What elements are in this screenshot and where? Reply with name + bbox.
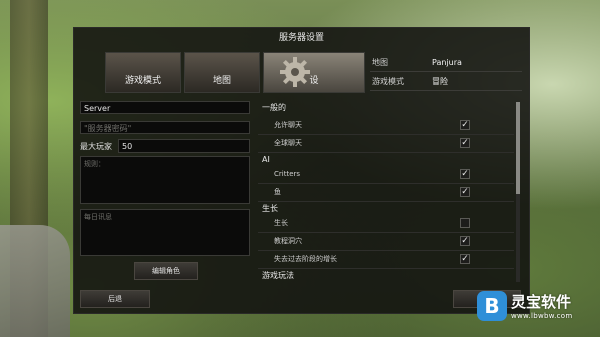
edit-roles-button[interactable]: 编辑角色 <box>134 262 198 280</box>
settings-list: 一般的 允许聊天 ✓ 全球聊天 ✓ AI Critters ✓ 鱼 ✓ 生长 生… <box>258 98 518 280</box>
setting-allow-chat: 允许聊天 ✓ <box>258 117 514 135</box>
setting-label: 失去过去阶段的增长 <box>274 255 337 263</box>
gear-icon <box>278 55 312 89</box>
info-map-value: Panjura <box>432 58 462 67</box>
tile-map-label: 地图 <box>212 76 231 86</box>
server-settings-dialog: 服务器设置 游戏模式 地图 设 地图 Panjura 游戏模式 冒险 Serve… <box>73 27 530 314</box>
setting-label: Critters <box>274 170 301 178</box>
fish-checkbox[interactable]: ✓ <box>460 187 470 197</box>
growth-checkbox[interactable] <box>460 218 470 228</box>
critters-checkbox[interactable]: ✓ <box>460 169 470 179</box>
tile-settings[interactable]: 设 <box>263 52 365 93</box>
settings-scrollbar[interactable] <box>516 102 520 282</box>
global-chat-checkbox[interactable]: ✓ <box>460 138 470 148</box>
tile-game-mode[interactable]: 游戏模式 <box>105 52 181 93</box>
info-game-mode-key: 游戏模式 <box>372 77 404 86</box>
rules-textarea[interactable]: 规则： <box>80 156 250 204</box>
tile-settings-label: 设 <box>309 76 319 86</box>
max-players-label: 最大玩家 <box>80 142 112 151</box>
info-map-key: 地图 <box>372 58 388 67</box>
setting-label: 允许聊天 <box>274 121 302 129</box>
setting-label: 教程洞穴 <box>274 237 302 245</box>
watermark-url: www.lbwbw.com <box>511 312 573 320</box>
setting-growth: 生长 <box>258 215 514 233</box>
setting-label: 生长 <box>274 219 288 227</box>
category-general: 一般的 <box>262 103 286 112</box>
server-name-input[interactable]: Server <box>80 101 250 114</box>
dialog-title: 服务器设置 <box>278 33 324 43</box>
setting-critters: Critters ✓ <box>258 166 514 184</box>
info-row-game-mode: 游戏模式 冒险 <box>370 73 522 91</box>
max-players-input[interactable]: 50 <box>118 139 250 153</box>
lose-past-stage-growth-checkbox[interactable]: ✓ <box>460 254 470 264</box>
daily-message-textarea[interactable]: 每日讯息 <box>80 209 250 256</box>
info-game-mode-value: 冒险 <box>432 77 448 86</box>
watermark-logo: B 灵宝软件 www.lbwbw.com <box>474 288 600 337</box>
watermark-name: 灵宝软件 <box>511 293 572 311</box>
tile-game-mode-label: 游戏模式 <box>124 76 161 86</box>
background-rock <box>0 225 70 337</box>
allow-chat-checkbox[interactable]: ✓ <box>460 120 470 130</box>
scrollbar-thumb[interactable] <box>516 102 520 194</box>
tile-map[interactable]: 地图 <box>184 52 260 93</box>
password-input[interactable]: "服务器密码" <box>80 121 250 134</box>
info-row-map: 地图 Panjura <box>370 54 522 72</box>
watermark-badge-icon: B <box>477 291 507 321</box>
category-gameplay: 游戏玩法 <box>262 271 294 280</box>
setting-label: 全球聊天 <box>274 139 302 147</box>
setting-tutorial-cave: 教程洞穴 ✓ <box>258 233 514 251</box>
setting-label: 鱼 <box>274 188 281 196</box>
tutorial-cave-checkbox[interactable]: ✓ <box>460 236 470 246</box>
back-button[interactable]: 后退 <box>80 290 150 308</box>
